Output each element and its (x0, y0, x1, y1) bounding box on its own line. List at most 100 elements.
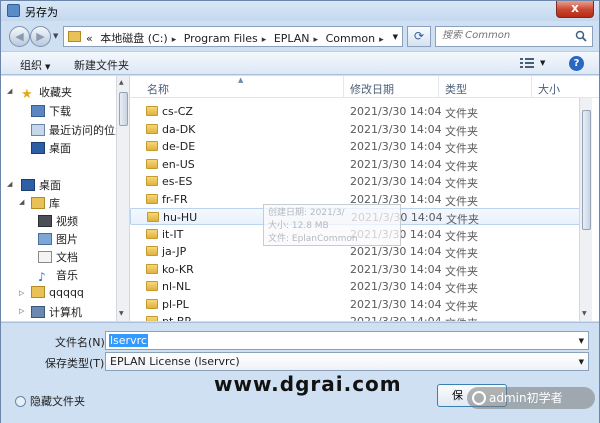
scroll-down-icon[interactable]: ▼ (582, 310, 587, 317)
close-button[interactable]: x (556, 1, 594, 18)
hide-folders-toggle[interactable]: 隐藏文件夹 (15, 393, 85, 409)
address-dropdown-icon[interactable]: ▼ (393, 33, 398, 41)
nav-label: 图片 (56, 233, 78, 246)
arrow-left-icon: ◀ (15, 30, 24, 43)
nav-item-downloads[interactable]: 下载 (31, 103, 71, 119)
folder-icon (146, 176, 158, 186)
nav-item-videos[interactable]: 视频 (38, 213, 78, 229)
tooltip-line: 大小: 12.8 MB (268, 221, 329, 231)
breadcrumb-item-eplan[interactable]: EPLAN (274, 32, 310, 45)
file-name: ja-JP (162, 245, 187, 258)
column-type[interactable]: 类型 (445, 81, 467, 97)
nav-item-desktop[interactable]: 桌面 (31, 140, 71, 156)
column-divider[interactable] (343, 76, 344, 98)
nav-item-documents[interactable]: 文档 (38, 249, 78, 265)
collapse-icon[interactable]: ◢ (7, 87, 12, 95)
file-row[interactable]: ko-KR 2021/3/30 14:04 文件夹 (130, 261, 590, 278)
nav-item-libraries[interactable]: 库 (31, 195, 60, 211)
view-options-icon[interactable] (520, 57, 534, 69)
file-row[interactable]: pt-BR 2021/3/30 14:04文件夹 (130, 313, 590, 321)
search-icon[interactable] (575, 30, 587, 42)
nav-item-music[interactable]: ♪ 音乐 (38, 267, 78, 283)
nav-item-user[interactable]: qqqqq (31, 286, 84, 302)
file-name: it-IT (162, 227, 184, 241)
forward-button[interactable]: ▶ (30, 26, 51, 47)
nav-item-recent[interactable]: 最近访问的位置 (31, 122, 126, 138)
computer-icon (31, 306, 45, 318)
column-divider[interactable] (438, 76, 439, 98)
download-folder-icon (31, 105, 45, 117)
file-date: 2021/3/30 14:04 (350, 157, 442, 171)
file-row[interactable]: pl-PL 2021/3/30 14:04 文件夹 (130, 296, 590, 313)
column-name[interactable]: 名称 (147, 81, 169, 97)
organize-menu[interactable]: 组织 ▼ (20, 57, 50, 73)
back-button[interactable]: ◀ (9, 26, 30, 47)
file-row[interactable]: es-ES 2021/3/30 14:04 文件夹 (130, 173, 590, 190)
breadcrumb: « 本地磁盘 (C:) ▸ Program Files ▸ EPLAN ▸ Commo… (86, 30, 388, 46)
view-dropdown-icon[interactable]: ▼ (540, 59, 545, 67)
filename-value[interactable]: lservrc (109, 334, 148, 347)
history-dropdown-icon[interactable]: ▼ (53, 32, 58, 40)
help-icon[interactable]: ? (569, 56, 584, 71)
expand-icon[interactable]: ▷ (19, 307, 24, 315)
chat-icon (472, 391, 486, 405)
new-folder-button[interactable]: 新建文件夹 (74, 57, 129, 73)
filename-input[interactable]: lservrc ▼ (105, 331, 589, 350)
column-modified[interactable]: 修改日期 (350, 81, 394, 97)
address-bar[interactable]: « 本地磁盘 (C:) ▸ Program Files ▸ EPLAN ▸ Commo… (63, 26, 403, 47)
music-icon: ♪ (38, 270, 46, 284)
chevron-up-icon (15, 396, 26, 407)
file-row[interactable]: de-DE 2021/3/30 14:04 文件夹 (130, 138, 590, 155)
document-icon (38, 251, 52, 263)
file-date: 2021/3/30 14:04 (350, 175, 442, 188)
file-row[interactable]: da-DK 2021/3/30 14:04 文件夹 (130, 121, 590, 138)
user-folder-icon (31, 286, 45, 298)
nav-label: 最近访问的位置 (49, 124, 126, 137)
scroll-thumb[interactable] (119, 92, 128, 126)
search-input[interactable] (442, 30, 572, 41)
file-type: 文件夹 (445, 282, 478, 295)
collapse-icon[interactable]: ◢ (19, 198, 24, 206)
file-row[interactable]: en-US 2021/3/30 14:04 文件夹 (130, 156, 590, 173)
search-box[interactable] (435, 26, 593, 47)
file-name: pt-BR (162, 315, 192, 321)
column-size[interactable]: 大小 (538, 81, 560, 97)
chevron-right-icon[interactable]: ▸ (262, 35, 267, 45)
expand-icon[interactable]: ▷ (19, 289, 24, 297)
chevron-down-icon[interactable]: ▼ (579, 337, 584, 345)
desktop-icon (21, 179, 35, 191)
scroll-thumb[interactable] (582, 110, 591, 230)
chevron-right-icon[interactable]: ▸ (172, 35, 177, 45)
file-name: hu-HU (163, 211, 198, 224)
scroll-up-icon[interactable]: ▲ (119, 79, 124, 86)
chevron-down-icon[interactable]: ▼ (579, 358, 584, 366)
watermark-text: www.dgrai.com (214, 372, 402, 396)
nav-label: 桌面 (49, 142, 71, 155)
file-name: es-ES (162, 175, 193, 188)
breadcrumb-item-drive[interactable]: 本地磁盘 (C:) (100, 32, 167, 45)
column-divider[interactable] (531, 76, 532, 98)
navigation-scrollbar[interactable]: ▲ ▼ (116, 76, 129, 321)
nav-item-desktop-root[interactable]: 桌面 (21, 177, 61, 193)
star-icon: ★ (21, 87, 33, 102)
filename-label: 文件名(N): (55, 336, 109, 349)
nav-item-favorites[interactable]: ★ 收藏夹 (21, 84, 72, 102)
nav-item-pictures[interactable]: 图片 (38, 231, 78, 247)
file-row[interactable]: cs-CZ 2021/3/30 14:04 文件夹 (130, 103, 590, 120)
tooltip-line: 文件: EplanCommon (268, 234, 358, 244)
file-list-scrollbar[interactable]: ▼ (579, 98, 592, 321)
scroll-down-icon[interactable]: ▼ (119, 310, 124, 317)
chevron-right-icon[interactable]: ▸ (314, 35, 319, 45)
breadcrumb-item-common[interactable]: Common (326, 32, 376, 45)
nav-item-computer[interactable]: 计算机 (31, 304, 82, 320)
breadcrumb-item-program-files[interactable]: Program Files (184, 32, 258, 45)
file-row[interactable]: nl-NL 2021/3/30 14:04 文件夹 (130, 278, 590, 295)
file-name: en-US (162, 157, 195, 171)
sort-ascending-icon: ▲ (238, 76, 244, 84)
chevron-right-icon[interactable]: ▸ (379, 35, 384, 45)
folder-icon (146, 281, 158, 291)
collapse-icon[interactable]: ◢ (7, 180, 12, 188)
refresh-button[interactable]: ⟳ (407, 26, 431, 47)
breadcrumb-overflow[interactable]: « (86, 32, 93, 45)
filetype-select[interactable]: EPLAN License (lservrc) ▼ (105, 352, 589, 371)
